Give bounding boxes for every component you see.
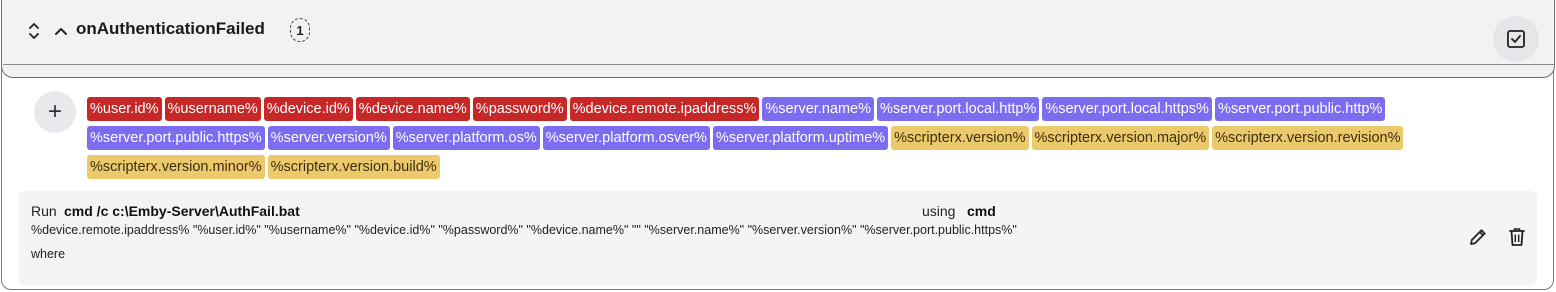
variable-tag[interactable]: %server.name% — [762, 97, 874, 121]
trash-icon — [1509, 228, 1525, 246]
checkbox-check-button[interactable] — [1493, 16, 1539, 62]
event-header[interactable]: onAuthenticationFailed 1 — [1, 0, 1555, 78]
run-label: Run — [31, 203, 57, 219]
variable-tag[interactable]: %server.port.local.https% — [1042, 97, 1212, 121]
variable-tag[interactable]: %username% — [164, 97, 261, 121]
variable-tag[interactable]: %server.port.public.https% — [87, 126, 265, 150]
variable-tag[interactable]: %user.id% — [87, 97, 162, 121]
variable-tag[interactable]: %server.platform.os% — [392, 126, 540, 150]
where-label: where — [31, 247, 66, 261]
tag-row-2: %server.port.public.https% %server.versio… — [87, 126, 1507, 150]
plus-icon: + — [47, 98, 62, 125]
event-title: onAuthenticationFailed — [76, 19, 265, 38]
using-label: using — [922, 203, 956, 219]
variable-tag[interactable]: %scripterx.version.minor% — [87, 155, 265, 179]
count-badge: 1 — [290, 18, 310, 42]
chevron-up-icon[interactable] — [52, 21, 70, 41]
pencil-icon — [1470, 229, 1486, 245]
checkbox-check-icon — [1507, 30, 1525, 48]
variable-tag[interactable]: %device.remote.ipaddress% — [569, 97, 760, 121]
variable-tag[interactable]: %scripterx.version.build% — [267, 155, 440, 179]
command-box: Run cmd /c c:\Emby-Server\AuthFail.bat u… — [19, 191, 1537, 285]
run-command: cmd /c c:\Emby-Server\AuthFail.bat — [64, 203, 300, 219]
expand-collapse-icon[interactable] — [24, 19, 44, 43]
variable-tag[interactable]: %scripterx.version.major% — [1031, 126, 1210, 150]
variable-tag[interactable]: %device.id% — [263, 97, 353, 121]
variable-tag[interactable]: %server.port.local.http% — [876, 97, 1040, 121]
tag-row-1: %user.id% %username% %device.id% %device.na… — [87, 97, 1507, 121]
variable-tag[interactable]: %scripterx.version% — [891, 126, 1029, 150]
variable-tag[interactable]: %scripterx.version.revision% — [1212, 126, 1404, 150]
delete-button[interactable] — [1505, 225, 1529, 249]
variable-tag[interactable]: %password% — [472, 97, 567, 121]
variable-tag[interactable]: %server.port.public.http% — [1214, 97, 1386, 121]
variable-tag[interactable]: %device.name% — [355, 97, 470, 121]
tag-row-3: %scripterx.version.minor% %scripterx.vers… — [87, 155, 1507, 179]
using-value: cmd — [967, 203, 996, 219]
variable-tags: %user.id% %username% %device.id% %device.na… — [87, 97, 1507, 184]
edit-button[interactable] — [1466, 225, 1490, 249]
add-variable-button[interactable]: + — [34, 91, 76, 133]
header-divider — [3, 64, 1554, 65]
variable-tag[interactable]: %server.platform.uptime% — [712, 126, 889, 150]
command-args: %device.remote.ipaddress% "%user.id%" "%… — [31, 223, 1017, 237]
variable-tag[interactable]: %server.version% — [267, 126, 390, 150]
variable-tag[interactable]: %server.platform.osver% — [542, 126, 710, 150]
